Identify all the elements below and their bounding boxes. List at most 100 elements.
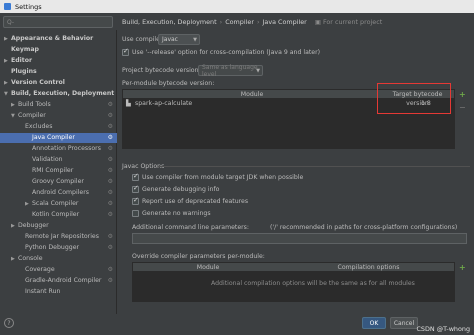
sidebar-item-scala-compiler[interactable]: ▶ Scala Compiler ⚙ xyxy=(25,199,117,209)
sidebar-item-label: Kotlin Compiler xyxy=(32,211,80,218)
sidebar-item-appearance[interactable]: ▶ Appearance & Behavior xyxy=(4,34,117,44)
sidebar-item-validation[interactable]: Validation ⚙ xyxy=(32,155,117,165)
gear-icon: ⚙ xyxy=(107,266,113,273)
ok-button[interactable]: OK xyxy=(362,317,386,329)
release-option-checkbox[interactable] xyxy=(122,47,129,56)
sidebar-item-label: Python Debugger xyxy=(25,244,80,251)
project-bytecode-select[interactable]: Same as language level ▼ xyxy=(198,63,263,78)
sidebar-item-java-compiler[interactable]: Java Compiler ⚙ xyxy=(0,133,117,143)
cancel-button[interactable]: Cancel xyxy=(390,317,418,329)
sidebar-item-android-compilers[interactable]: Android Compilers ⚙ xyxy=(32,188,117,198)
option-checkbox[interactable] xyxy=(132,172,139,181)
gear-icon: ⚙ xyxy=(107,189,113,196)
chevron-down-icon: ▼ xyxy=(11,113,15,119)
option-label: Report use of deprecated features xyxy=(142,198,249,205)
sidebar-item-editor[interactable]: ▶ Editor xyxy=(4,56,117,66)
sidebar-item-build-execution[interactable]: ▼ Build, Execution, Deployment xyxy=(4,89,117,99)
sidebar-item-label: Coverage xyxy=(25,266,55,273)
empty-table-text: Additional compilation options will be t… xyxy=(211,280,415,287)
settings-search-input[interactable]: Q- xyxy=(3,16,113,28)
sidebar-item-label: Editor xyxy=(11,57,33,64)
sidebar-item-label: Groovy Compiler xyxy=(32,178,84,185)
chevron-right-icon: ▶ xyxy=(11,223,15,229)
sidebar-item-plugins[interactable]: Plugins xyxy=(11,67,117,77)
sidebar-item-instant-run[interactable]: Instant Run xyxy=(25,287,117,297)
sidebar-item-rmi-compiler[interactable]: RMI Compiler ⚙ xyxy=(32,166,117,176)
gear-icon: ⚙ xyxy=(107,244,113,251)
column-header-module: Module xyxy=(196,264,220,271)
sidebar-item-label: Plugins xyxy=(11,68,37,75)
sidebar-item-groovy-compiler[interactable]: Groovy Compiler ⚙ xyxy=(32,177,117,187)
sidebar-item-build-tools[interactable]: ▶ Build Tools ⚙ xyxy=(11,100,117,110)
compiler-select-value: Javac xyxy=(162,36,178,43)
module-name-cell: spark-ap-calculate xyxy=(135,100,193,107)
additional-params-hint: ('/' recommended in paths for cross-plat… xyxy=(270,224,458,231)
add-icon[interactable]: + xyxy=(459,263,466,272)
sidebar-item-coverage[interactable]: Coverage ⚙ xyxy=(25,265,117,275)
sidebar-item-label: Validation xyxy=(32,156,63,163)
column-header-module: Module xyxy=(240,91,264,98)
option-checkbox[interactable] xyxy=(132,184,139,193)
additional-params-label: Additional command line parameters: xyxy=(132,224,249,231)
gear-icon: ⚙ xyxy=(107,200,113,207)
sidebar-item-debugger[interactable]: ▶ Debugger xyxy=(11,221,117,231)
sidebar-item-label: Annotation Processors xyxy=(32,145,101,152)
chevron-down-icon: ▼ xyxy=(193,36,197,43)
sidebar-item-annotation-processors[interactable]: Annotation Processors ⚙ xyxy=(32,144,117,154)
override-table[interactable]: Module Compilation options Additional co… xyxy=(132,262,455,302)
help-icon[interactable]: ? xyxy=(4,318,14,328)
gear-icon: ⚙ xyxy=(107,211,113,218)
chevron-right-icon: ▶ xyxy=(4,58,8,64)
sidebar-item-label: Appearance & Behavior xyxy=(11,35,94,42)
remove-icon[interactable]: − xyxy=(459,103,466,112)
chevron-down-icon: ▼ xyxy=(4,91,8,97)
sidebar-item-label: Build Tools xyxy=(18,101,51,108)
add-icon[interactable]: + xyxy=(459,90,466,99)
sidebar-item-label: Gradle-Android Compiler xyxy=(25,277,102,284)
table-header: Module Compilation options xyxy=(133,263,454,272)
breadcrumb-item: Build, Execution, Deployment xyxy=(122,18,217,26)
gear-icon: ⚙ xyxy=(107,112,113,119)
window-title: Settings xyxy=(15,2,42,11)
sidebar-item-label: Remote Jar Repositories xyxy=(25,233,99,240)
sidebar-item-compiler[interactable]: ▼ Compiler ⚙ xyxy=(11,111,117,121)
sidebar-item-version-control[interactable]: ▶ Version Control xyxy=(4,78,117,88)
option-label: Use compiler from module target JDK when… xyxy=(142,174,304,181)
sidebar-item-gradle-android-compiler[interactable]: Gradle-Android Compiler ⚙ xyxy=(25,276,117,286)
option-label: Generate no warnings xyxy=(142,210,211,217)
additional-params-input[interactable] xyxy=(132,233,467,244)
sidebar-item-keymap[interactable]: Keymap xyxy=(11,45,117,55)
sidebar-item-excludes[interactable]: Excludes ⚙ xyxy=(25,122,117,132)
breadcrumb-item: Java Compiler xyxy=(262,18,307,26)
sidebar-item-python-debugger[interactable]: Python Debugger ⚙ xyxy=(25,243,117,253)
settings-sidebar: ▶ Appearance & Behavior Keymap ▶ Editor … xyxy=(0,30,117,335)
column-header-compilation-options: Compilation options xyxy=(337,264,400,271)
sidebar-item-console[interactable]: ▶ Console xyxy=(11,254,117,264)
dialog-button-bar: ? OK Cancel CSDN @T-whong xyxy=(0,314,474,335)
gear-icon: ⚙ xyxy=(107,178,113,185)
sidebar-item-label: RMI Compiler xyxy=(32,167,74,174)
sidebar-item-label: Compiler xyxy=(18,112,46,119)
sidebar-item-label: Android Compilers xyxy=(32,189,89,196)
chevron-right-icon: ▶ xyxy=(4,80,8,86)
gear-icon: ⚙ xyxy=(107,123,113,130)
search-icon: Q- xyxy=(7,18,15,26)
compiler-select[interactable]: Javac ▼ xyxy=(158,34,200,45)
option-checkbox[interactable] xyxy=(132,196,139,205)
window-titlebar: Settings xyxy=(0,0,474,13)
gear-icon: ⚙ xyxy=(107,156,113,163)
gear-icon: ⚙ xyxy=(107,101,113,108)
project-bytecode-value: Same as language level xyxy=(202,63,258,78)
sidebar-item-remote-jar-repositories[interactable]: Remote Jar Repositories ⚙ xyxy=(25,232,117,242)
chevron-right-icon: ▶ xyxy=(25,201,29,207)
module-icon: ▙ xyxy=(126,100,131,107)
sidebar-item-kotlin-compiler[interactable]: Kotlin Compiler ⚙ xyxy=(32,210,117,220)
gear-icon: ⚙ xyxy=(107,233,113,240)
option-checkbox[interactable] xyxy=(132,210,139,217)
option-label: Generate debugging info xyxy=(142,186,220,193)
gear-icon: ⚙ xyxy=(107,145,113,152)
breadcrumb-separator: › xyxy=(256,18,260,26)
gear-icon: ⚙ xyxy=(107,277,113,284)
section-divider xyxy=(158,166,470,167)
breadcrumb-separator: › xyxy=(219,18,223,26)
